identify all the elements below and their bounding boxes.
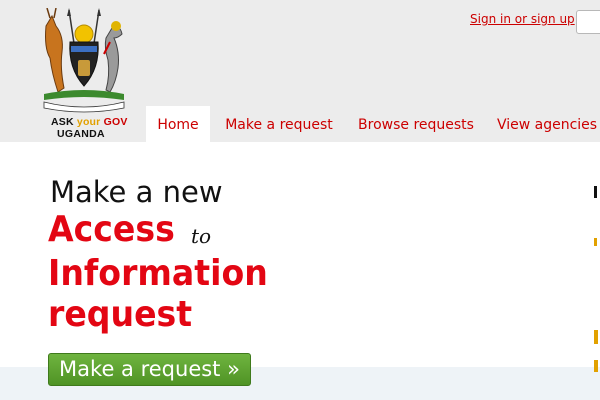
nav-view-agencies[interactable]: View agencies <box>494 106 600 142</box>
hero-to: to <box>191 224 212 248</box>
coat-of-arms-logo[interactable]: ASK your GOV UGANDA <box>28 8 138 140</box>
clipped-sidebar-fragment <box>594 330 600 344</box>
make-request-button[interactable]: Make a request » <box>48 353 251 386</box>
logo-title-your: your <box>76 116 101 128</box>
clipped-sidebar-fragment <box>594 238 600 246</box>
nav-make-request[interactable]: Make a request <box>220 106 338 142</box>
sign-in-link[interactable]: Sign in or sign up <box>470 12 575 26</box>
hero-line-2: Access <box>48 209 175 250</box>
hero-line-1: Make a new <box>50 175 223 209</box>
logo-title-gov: GOV <box>103 116 128 128</box>
logo-title: ASK your GOV <box>51 116 128 128</box>
search-input[interactable] <box>576 10 600 34</box>
nav-browse-requests[interactable]: Browse requests <box>354 106 478 142</box>
logo-subtitle: UGANDA <box>57 128 105 140</box>
coat-of-arms-icon <box>43 8 125 113</box>
hero-line-4: request <box>48 294 193 335</box>
clipped-sidebar-fragment <box>594 360 600 372</box>
clipped-sidebar-fragment <box>594 186 600 198</box>
hero-line-3: Information <box>48 253 268 294</box>
nav-home[interactable]: Home <box>146 106 210 142</box>
